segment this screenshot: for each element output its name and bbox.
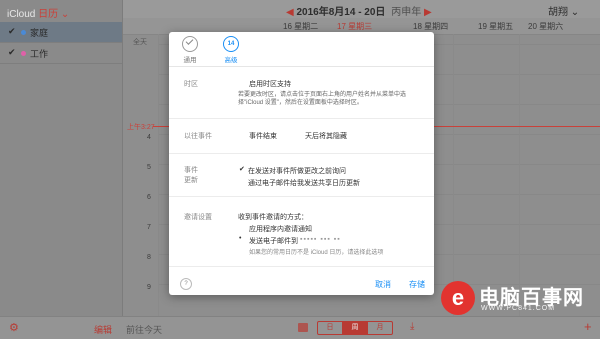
watermark-url: WWW.PC841.COM [481, 305, 556, 312]
hour-label: 7 [147, 224, 151, 231]
brand-icloud: iCloud [7, 9, 36, 20]
day-header[interactable]: 18 星期四 [413, 21, 448, 32]
next-week-icon[interactable]: ▶ [424, 7, 432, 18]
week-navigator: ◀ 2016年8月14 - 20日 丙申年 ▶ [286, 3, 432, 18]
hour-label: 6 [147, 194, 151, 201]
hide-after-days-option[interactable]: 天后将其隐藏 [305, 131, 347, 141]
ask-before-sending-option[interactable]: 在发送对事件所做更改之前询问 [248, 166, 346, 176]
day-column-line [453, 34, 454, 316]
lunar-year: 丙申年 [391, 7, 422, 18]
gear-icon[interactable]: ⚙ [9, 321, 19, 334]
brand-calendar: 日历 [38, 9, 59, 20]
chevron-down-icon: ⌄ [570, 7, 580, 18]
hour-label: 8 [147, 254, 151, 261]
calendar-name: 家庭 [30, 28, 49, 38]
email-to-option[interactable]: 发送电子邮件到 [249, 236, 298, 246]
calendar-date-icon: 14 [223, 36, 239, 52]
day-column-line [158, 34, 159, 316]
invitations-label: 邀请设置 [184, 214, 212, 221]
add-event-icon[interactable]: + [584, 319, 592, 334]
prev-week-icon[interactable]: ◀ [286, 7, 294, 18]
calendar-list: ✔ 家庭 ✔ 工作 [0, 22, 122, 64]
view-month-button[interactable]: 月 [368, 322, 392, 334]
hide-after-event-ends-option[interactable]: 事件结束 [249, 131, 277, 141]
hour-label: 5 [147, 164, 151, 171]
bottom-toolbar: ⚙ 编辑 前往今天 日 周 月 ⤓ + [0, 316, 600, 339]
in-app-notification-option[interactable]: 应用程序内邀请通知 [249, 224, 312, 234]
preferences-dialog: 通用 14 高级 时区 启用时区支持 若要更改时区，请点击位于页面右上角的用户姓… [169, 32, 434, 295]
save-button[interactable]: 存储 [409, 279, 425, 290]
email-shared-updates-option[interactable]: 通过电子邮件给我发送共享日历更新 [248, 178, 360, 188]
app-brand[interactable]: iCloud 日历 ⌄ [7, 5, 69, 20]
watermark-logo-icon: e [441, 281, 475, 315]
hour-label: 9 [147, 284, 151, 291]
tab-label: 高级 [224, 57, 238, 64]
calendar-item-home[interactable]: ✔ 家庭 [0, 22, 122, 43]
tab-advanced[interactable]: 14 高级 [219, 36, 243, 64]
calendar-name: 工作 [30, 49, 49, 59]
masked-email: ▪▪▪▪▪ ▪▪▪ ▪▪ [300, 236, 341, 243]
calendar-color-dot [21, 51, 26, 56]
help-icon[interactable]: ? [180, 278, 192, 290]
section-divider [169, 196, 434, 197]
past-events-label: 以往事件 [184, 133, 212, 140]
view-switcher: 日 周 月 [317, 321, 393, 335]
checkmark-icon[interactable]: ✔ [8, 47, 16, 58]
section-divider [169, 266, 434, 267]
calendar-stack-icon[interactable] [298, 323, 308, 332]
timezone-description: 若要更改时区，请点击位于页面右上角的用户姓名并从菜单中选择"iCloud 设置"… [238, 92, 407, 106]
date-range-title: 2016年8月14 - 20日 [296, 7, 386, 18]
calendar-color-dot [21, 30, 26, 35]
day-header[interactable]: 20 星期六 [528, 21, 563, 32]
tab-label: 通用 [183, 57, 197, 64]
invitations-note: 如果您的常用日历不是 iCloud 日历，请选择此选项 [249, 250, 384, 256]
event-updates-label-1: 事件 [184, 167, 198, 174]
event-updates-label-2: 更新 [184, 177, 198, 184]
day-header[interactable]: 19 星期五 [478, 21, 513, 32]
cancel-button[interactable]: 取消 [375, 279, 391, 290]
checkmark-circle-icon [182, 36, 198, 52]
edit-button[interactable]: 编辑 [94, 323, 112, 336]
timezone-support-option[interactable]: 启用时区支持 [249, 79, 291, 89]
download-icon[interactable]: ⤓ [410, 321, 414, 332]
section-divider [169, 118, 434, 119]
timezone-section-label: 时区 [184, 81, 198, 88]
preferences-tabs: 通用 14 高级 [169, 32, 434, 67]
section-divider [169, 153, 434, 154]
calendar-item-work[interactable]: ✔ 工作 [0, 43, 122, 64]
chevron-down-icon: ⌄ [60, 9, 70, 20]
day-column-line [519, 34, 520, 316]
sidebar: iCloud 日历 ⌄ ✔ 家庭 ✔ 工作 [0, 0, 123, 338]
user-name: 胡翔 [548, 7, 568, 18]
checkmark-icon[interactable]: ✔ [239, 165, 245, 173]
current-time-label: 上午3:27 [127, 124, 155, 131]
invitations-title: 收到事件邀请的方式： [238, 214, 308, 221]
tab-general[interactable]: 通用 [178, 36, 202, 64]
checkmark-icon[interactable]: ✔ [8, 26, 16, 37]
view-day-button[interactable]: 日 [318, 322, 343, 334]
day-header[interactable]: 16 星期二 [283, 21, 318, 32]
user-menu[interactable]: 胡翔 ⌄ [548, 3, 579, 18]
view-week-button[interactable]: 周 [343, 322, 368, 334]
day-header-today[interactable]: 17 星期三 [337, 21, 372, 32]
go-today-button[interactable]: 前往今天 [126, 323, 162, 336]
radio-selected-icon[interactable]: • [239, 235, 241, 242]
hour-label: 4 [147, 134, 151, 141]
